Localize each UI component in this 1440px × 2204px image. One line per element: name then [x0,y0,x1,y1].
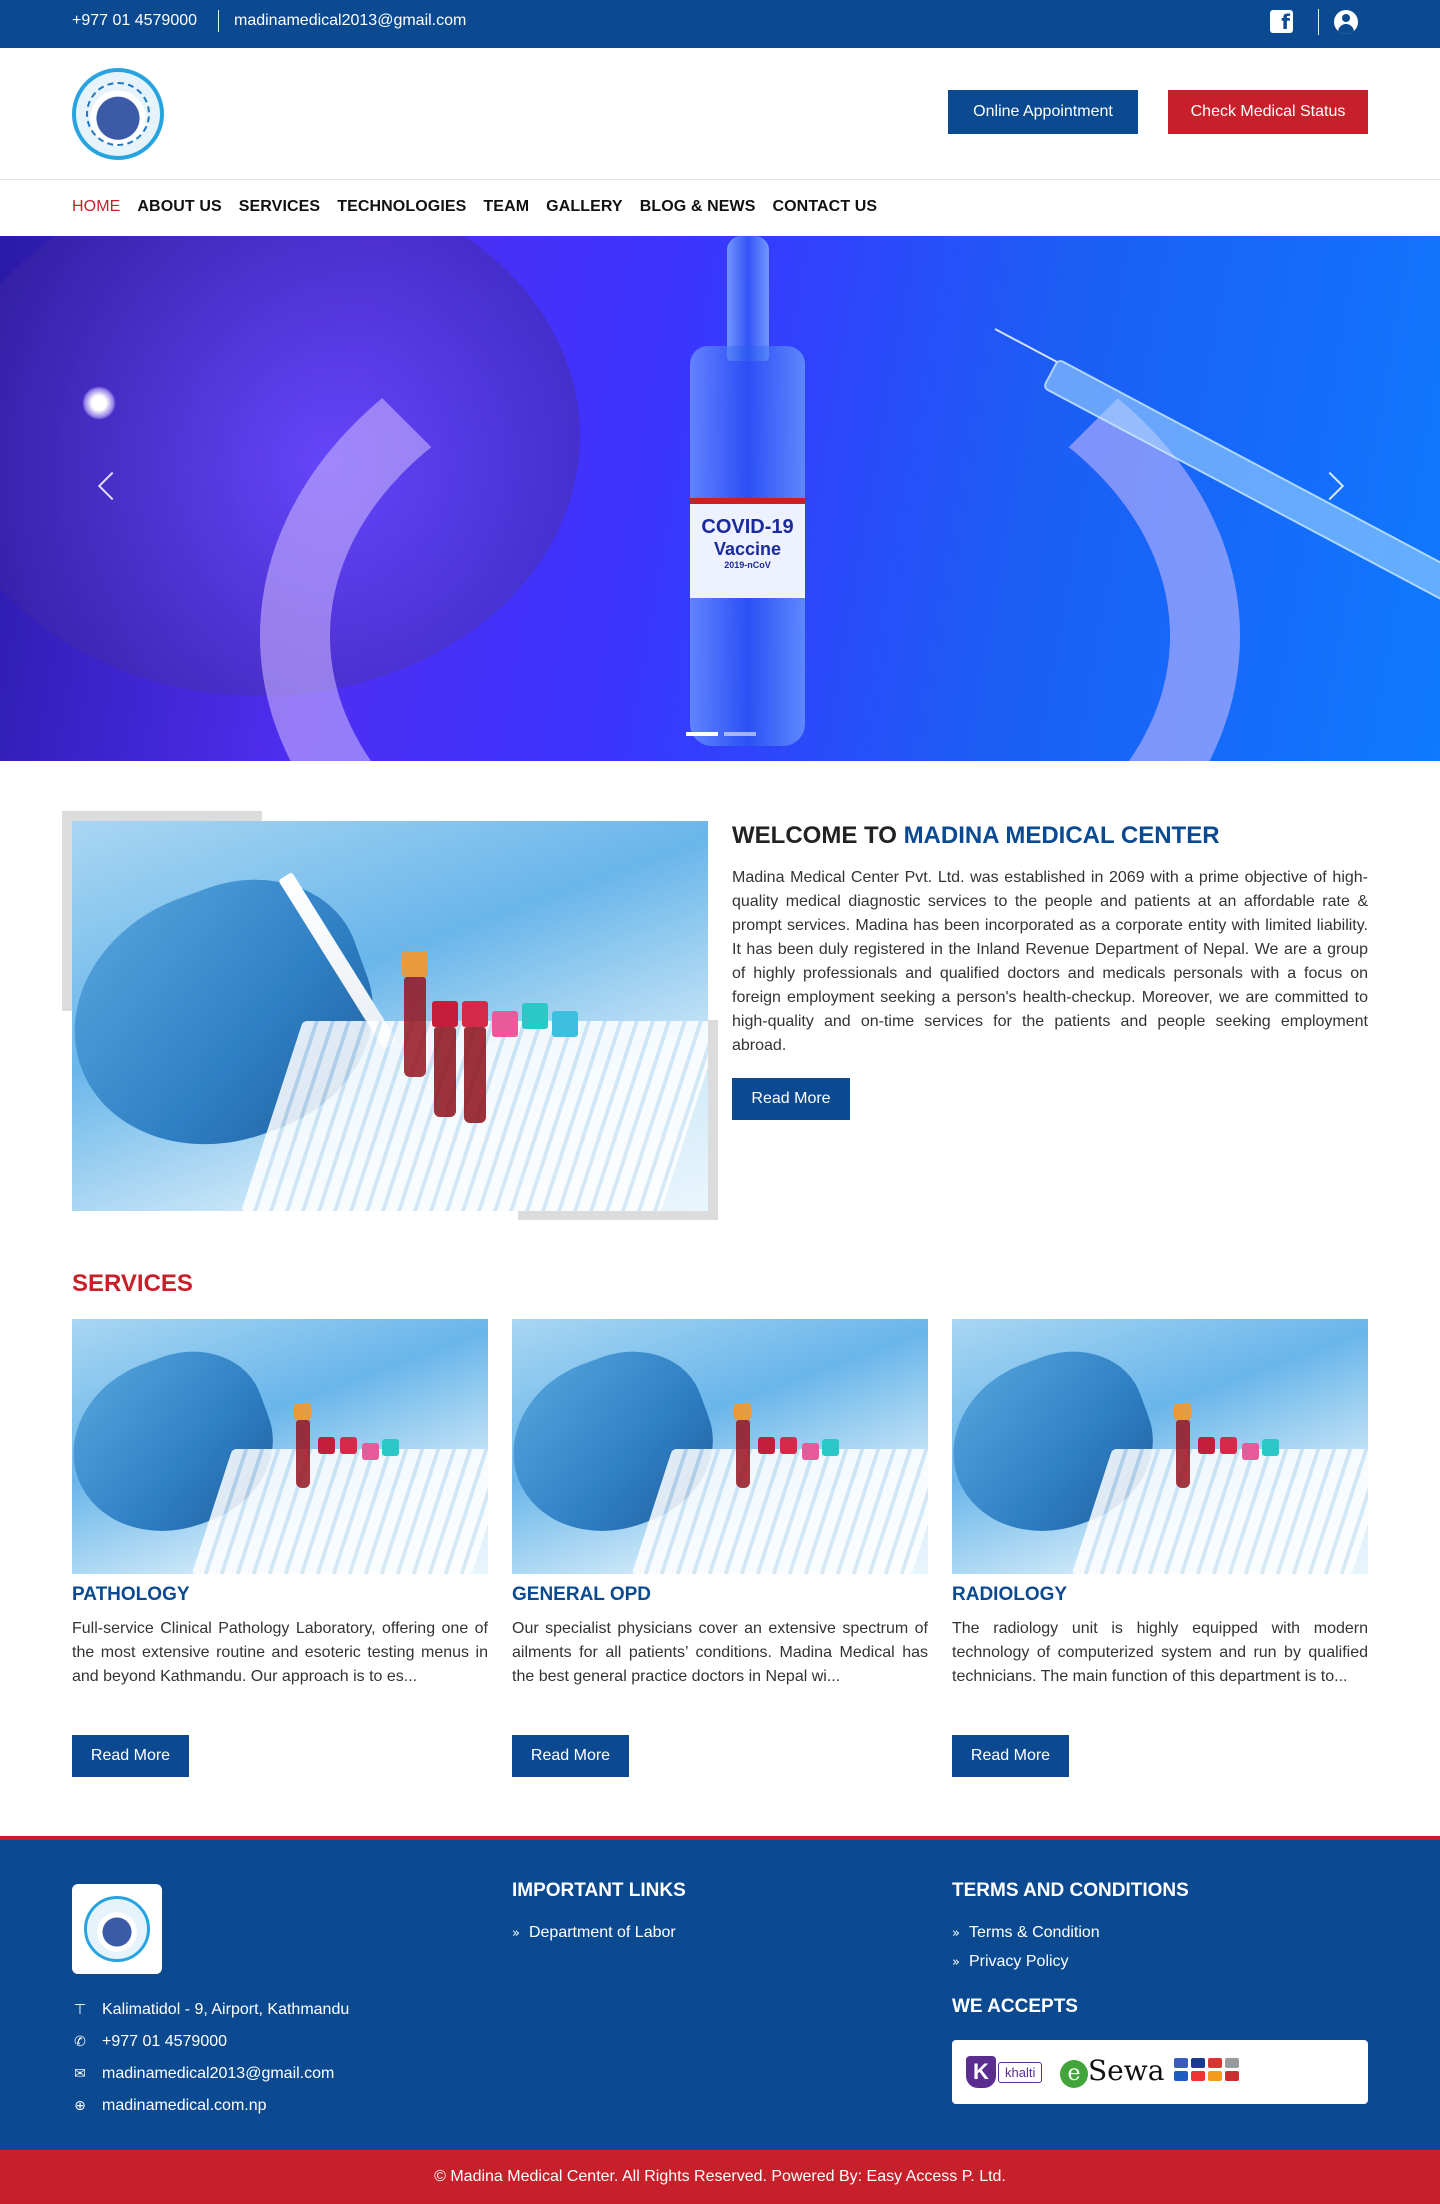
link-terms-condition[interactable]: » Terms & Condition [952,1924,1100,1942]
footer-email-text[interactable]: madinamedical2013@gmail.com [102,2065,334,2083]
hero-vial-neck [727,236,769,361]
slider-dot[interactable] [724,732,756,736]
khalti-text: khalti [998,2061,1043,2083]
we-accepts-heading: WE ACCEPTS [952,1996,1078,2017]
double-chevron-icon: » [512,1925,520,1941]
footer-address: ⊤ Kalimatidol - 9, Airport, Kathmandu [72,1994,349,2026]
online-appointment-button[interactable]: Online Appointment [948,90,1138,134]
slider-dots [686,732,756,736]
card-icon [1208,2058,1222,2068]
site-logo[interactable] [72,68,164,160]
nav-item-contact-us[interactable]: CONTACT US [772,198,877,216]
slider-dot[interactable] [686,732,718,736]
double-chevron-icon: » [952,1954,960,1970]
esewa-text: Sewa [1088,2054,1165,2087]
vial-label-line-2: Vaccine [713,539,782,559]
card-icon [1191,2058,1205,2068]
phone-icon: ✆ [74,2034,86,2050]
nav-item-about-us[interactable]: ABOUT US [137,198,221,216]
footer-logo[interactable] [72,1884,162,1974]
user-circle-icon[interactable] [1334,10,1358,34]
double-chevron-icon: » [952,1925,960,1941]
hero-slider: COVID-19 Vaccine 2019-nCoV [0,236,1440,761]
hero-light [82,386,116,420]
service-image-general-opd[interactable] [512,1319,928,1574]
envelope-icon: ✉ [74,2066,86,2082]
service-text-radiology: The radiology unit is highly equipped wi… [952,1620,1368,1685]
site-header: Online Appointment Check Medical Status [0,48,1440,180]
facebook-icon[interactable]: f [1270,10,1293,34]
card-icon [1225,2071,1239,2081]
link-terms-condition-label[interactable]: Terms & Condition [969,1924,1100,1942]
footer-contact: ⊤ Kalimatidol - 9, Airport, Kathmandu ✆ +9… [72,1994,349,2122]
footer-website-text[interactable]: madinamedical.com.np [102,2097,267,2115]
link-department-of-labor-label[interactable]: Department of Labor [529,1924,676,1942]
card-icon [1225,2058,1239,2068]
nav-item-team[interactable]: TEAM [483,198,529,216]
top-bar: +977 01 4579000 madinamedical2013@gmail.… [0,0,1440,48]
signpost-icon: ⊤ [73,2002,87,2018]
topbar-email[interactable]: madinamedical2013@gmail.com [234,12,466,30]
card-icon [1174,2058,1188,2068]
payment-methods: Kkhalti e Sewa [952,2040,1368,2104]
service-image-pathology[interactable] [72,1319,488,1574]
card-logos [1174,2058,1239,2081]
card-icon [1191,2071,1205,2081]
welcome-title-highlight: MADINA MEDICAL CENTER [903,822,1220,849]
link-privacy-policy[interactable]: » Privacy Policy [952,1953,1069,1971]
footer-phone-text[interactable]: +977 01 4579000 [102,2033,227,2051]
nav-item-technologies[interactable]: TECHNOLOGIES [337,198,466,216]
main-nav: HOME ABOUT US SERVICES TECHNOLOGIES TEAM… [0,180,1440,236]
copyright-bar: © Madina Medical Center. All Rights Rese… [0,2150,1440,2204]
slider-next-icon[interactable] [1315,471,1345,501]
services-heading: SERVICES [72,1270,193,1297]
nav-item-home[interactable]: HOME [72,198,120,216]
service-title-pathology[interactable]: PATHOLOGY [72,1584,190,1606]
footer-email: ✉ madinamedical2013@gmail.com [72,2058,349,2090]
nav-item-blog-news[interactable]: BLOG & NEWS [640,198,756,216]
globe-icon: ⊕ [74,2098,86,2114]
service-image-radiology[interactable] [952,1319,1368,1574]
radiology-read-more-button[interactable]: Read More [952,1735,1069,1777]
welcome-title-prefix: WELCOME TO [732,822,904,849]
esewa-logo: e Sewa [1060,2054,1164,2088]
topbar-divider-2 [1318,9,1319,35]
footer-address-text: Kalimatidol - 9, Airport, Kathmandu [102,2001,350,2018]
service-title-general-opd[interactable]: GENERAL OPD [512,1584,651,1606]
card-icon [1208,2071,1222,2081]
service-text-pathology: Full-service Clinical Pathology Laborato… [72,1620,488,1685]
khalti-k: K [966,2056,996,2088]
link-privacy-policy-label[interactable]: Privacy Policy [969,1953,1069,1971]
welcome-title: WELCOME TO MADINA MEDICAL CENTER [732,822,1220,850]
pathology-read-more-button[interactable]: Read More [72,1735,189,1777]
welcome-image [72,821,708,1211]
footer-phone: ✆ +977 01 4579000 [72,2026,349,2058]
important-links-heading: IMPORTANT LINKS [512,1880,686,1901]
footer-website: ⊕ madinamedical.com.np [72,2090,349,2122]
nav-item-gallery[interactable]: GALLERY [546,198,623,216]
esewa-e: e [1060,2060,1088,2088]
link-department-of-labor[interactable]: » Department of Labor [512,1924,676,1942]
service-text-general-opd: Our specialist physicians cover an exten… [512,1620,928,1685]
check-medical-status-button[interactable]: Check Medical Status [1168,90,1368,134]
khalti-logo: Kkhalti [966,2056,1043,2088]
topbar-phone[interactable]: +977 01 4579000 [72,12,197,30]
vial-label-line-1: COVID-19 [701,516,794,538]
vial-label-line-3: 2019-nCoV [724,560,771,570]
card-icon [1174,2071,1188,2081]
nav-item-services[interactable]: SERVICES [239,198,320,216]
hero-vial-label: COVID-19 Vaccine 2019-nCoV [690,498,805,598]
welcome-text: Madina Medical Center Pvt. Ltd. was esta… [732,869,1368,1054]
terms-heading: TERMS AND CONDITIONS [952,1880,1189,1901]
topbar-divider [218,10,219,32]
welcome-read-more-button[interactable]: Read More [732,1078,850,1120]
service-title-radiology[interactable]: RADIOLOGY [952,1584,1067,1606]
general-opd-read-more-button[interactable]: Read More [512,1735,629,1777]
